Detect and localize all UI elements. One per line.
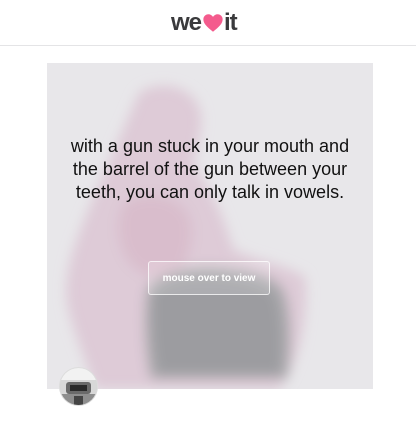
avatar-icon (60, 368, 97, 405)
top-header: we it (0, 0, 416, 46)
mouse-over-to-view-button[interactable]: mouse over to view (148, 261, 270, 295)
weheartit-logo[interactable]: we it (171, 9, 238, 37)
logo-text-we: we (171, 9, 202, 36)
heart-icon (203, 14, 223, 32)
logo-text-it: it (224, 9, 238, 36)
post-card[interactable]: with a gun stuck in your mouth and the b… (47, 63, 373, 389)
user-avatar[interactable] (60, 368, 97, 405)
blurred-image-background (66, 85, 306, 389)
post-quote-text: with a gun stuck in your mouth and the b… (70, 136, 350, 202)
